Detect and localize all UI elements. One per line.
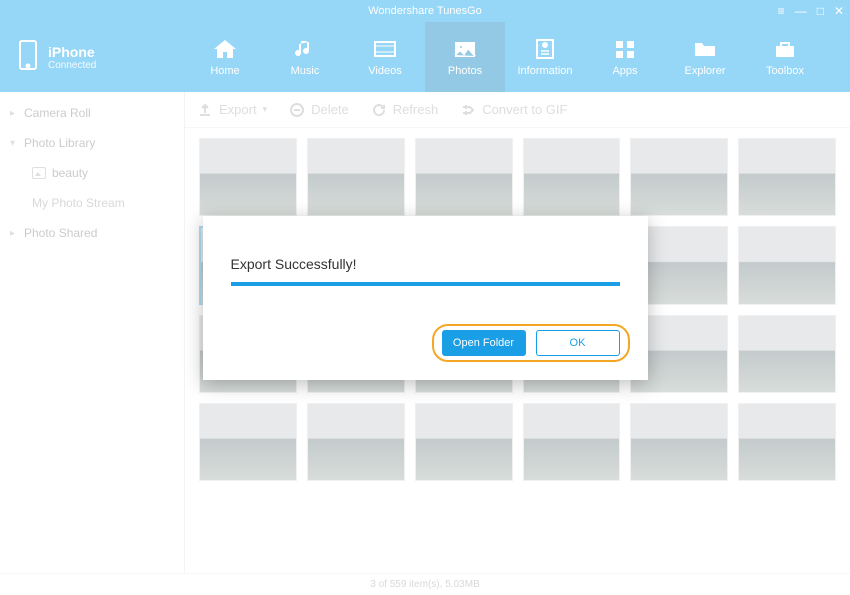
modal-overlay: Export Successfully! Open Folder OK: [0, 0, 850, 595]
ok-button[interactable]: OK: [536, 330, 620, 356]
open-folder-button[interactable]: Open Folder: [442, 330, 526, 356]
dialog-message: Export Successfully!: [231, 256, 620, 272]
progress-bar: [231, 282, 620, 286]
export-success-dialog: Export Successfully! Open Folder OK: [203, 216, 648, 380]
